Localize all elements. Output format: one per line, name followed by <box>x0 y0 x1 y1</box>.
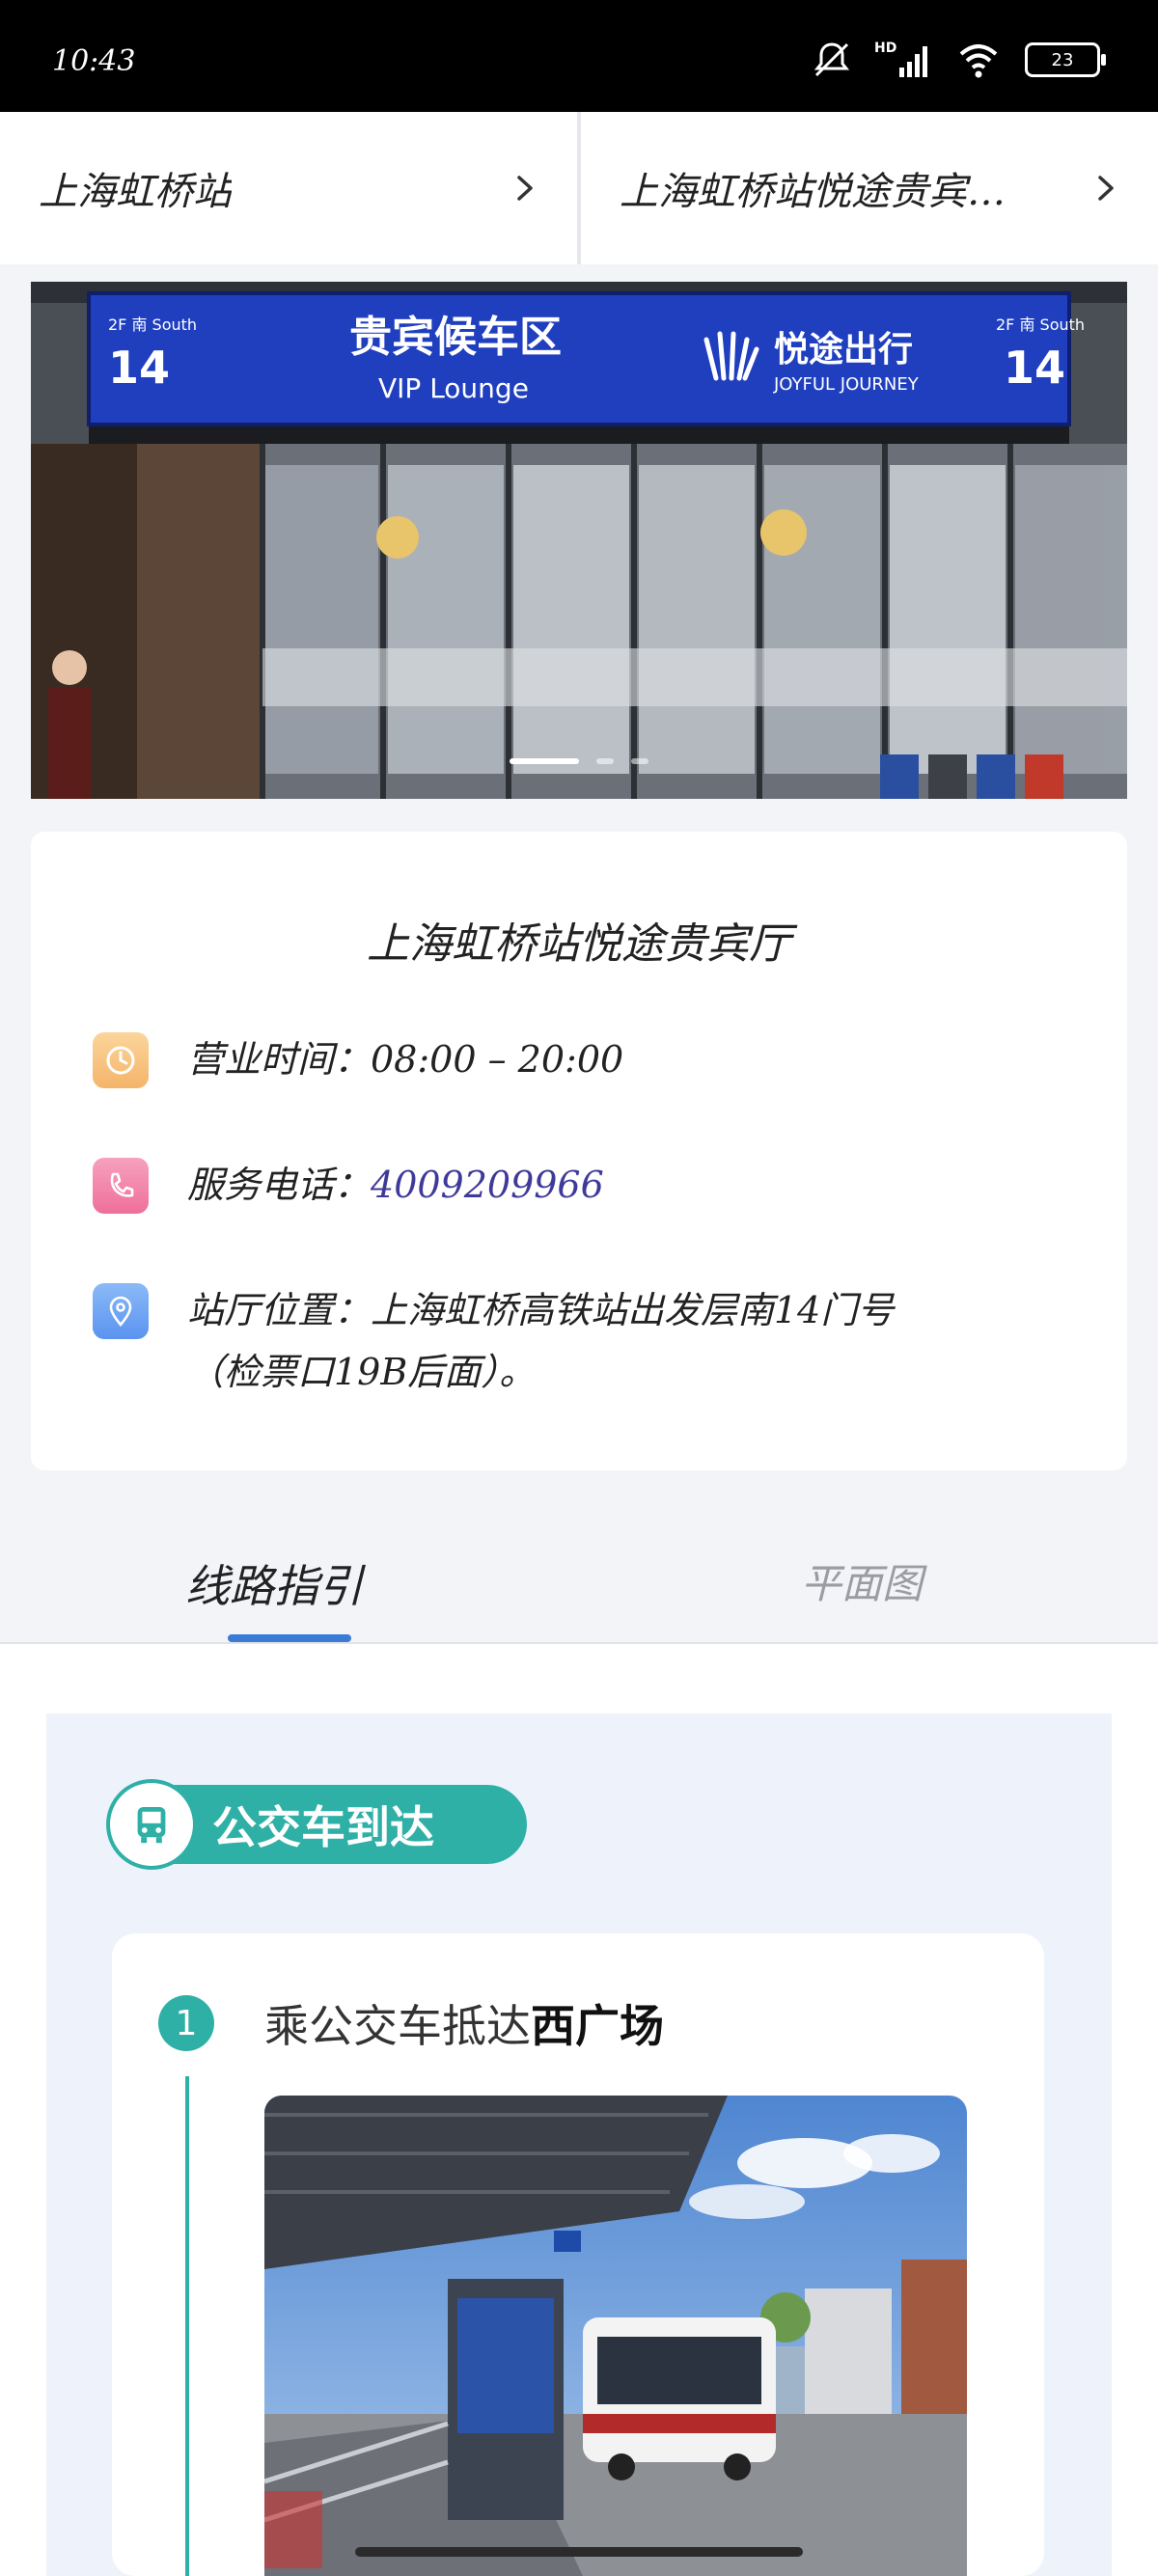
sign-brand-en: JOYFUL JOURNEY <box>773 374 920 395</box>
step-connector-line <box>185 2076 189 2576</box>
lounge-photo: 2F 南 South 14 贵宾候车区 VIP Lounge 悦途出行 JOYF… <box>31 282 1127 799</box>
carousel-dot-2[interactable] <box>596 758 614 764</box>
sign-title-cn: 贵宾候车区 <box>349 313 562 362</box>
phone-row: 服务电话：4009209966 <box>93 1158 1036 1216</box>
home-indicator[interactable] <box>355 2547 803 2557</box>
status-icons: HD 23 <box>811 39 1106 81</box>
service-phone: 服务电话：4009209966 <box>187 1154 1036 1216</box>
step-number: 1 <box>158 1995 214 2051</box>
carousel-dot-1[interactable] <box>510 758 579 764</box>
lounge-photo-carousel[interactable]: 2F 南 South 14 贵宾候车区 VIP Lounge 悦途出行 JOYF… <box>31 282 1127 799</box>
bus-stop-photo[interactable] <box>264 2096 967 2576</box>
status-bar: 10:43 HD 23 <box>0 0 1158 112</box>
tab-lounge[interactable]: 上海虹桥站悦途贵宾… <box>577 112 1158 264</box>
lounge-location: 站厅位置：上海虹桥高铁站出发层南14门号 （检票口19B后面）。 <box>187 1279 1036 1403</box>
step-text-destination: 西广场 <box>531 2000 664 2052</box>
hours-row: 营业时间：08:00 – 20:00 <box>93 1032 1036 1090</box>
phone-icon <box>93 1158 149 1214</box>
clock-icon <box>93 1032 149 1088</box>
sign-title-en: VIP Lounge <box>378 372 529 404</box>
hd-signal-icon: HD <box>874 41 927 77</box>
wifi-icon <box>959 44 998 78</box>
chevron-right-icon <box>1098 176 1114 201</box>
section-tabs: 线路指引 平面图 <box>0 1501 1158 1644</box>
tab-station-label: 上海虹桥站 <box>39 170 232 214</box>
mute-icon <box>813 42 850 77</box>
sign-brand-cn: 悦途出行 <box>774 329 913 370</box>
station-tabs: 上海虹桥站 上海虹桥站悦途贵宾… <box>0 112 1158 264</box>
battery-level: 23 <box>1051 49 1074 70</box>
location-line-2: （检票口19B后面）。 <box>187 1351 537 1393</box>
lounge-info-card: 上海虹桥站悦途贵宾厅 营业时间：08:00 – 20:00 服务电话：40092… <box>31 832 1127 1470</box>
location-line-1: 站厅位置：上海虹桥高铁站出发层南14门号 <box>187 1289 895 1331</box>
service-phone-label: 服务电话： <box>187 1164 372 1206</box>
carousel-dot-3[interactable] <box>631 758 648 764</box>
active-tab-indicator <box>228 1634 351 1642</box>
bus-arrival-label: 公交车到达 <box>212 1801 434 1853</box>
sign-number-left: 14 <box>108 342 170 394</box>
step-text-prefix: 乘公交车抵达 <box>264 2000 531 2052</box>
location-pin-icon <box>93 1283 149 1339</box>
svg-text:HD: HD <box>874 41 896 56</box>
business-hours: 营业时间：08:00 – 20:00 <box>187 1038 624 1081</box>
chevron-right-icon <box>517 176 533 201</box>
tab-route-guide[interactable]: 线路指引 <box>185 1551 363 1615</box>
bus-icon <box>110 1783 193 1866</box>
phone-link[interactable]: 4009209966 <box>371 1164 604 1206</box>
bus-arrival-header: 公交车到达 <box>110 1783 527 1866</box>
sign-floor-left: 2F 南 South <box>108 315 197 334</box>
sign-number-right: 14 <box>1004 342 1065 394</box>
sign-floor-right: 2F 南 South <box>996 315 1085 334</box>
bus-stop-image <box>264 2096 967 2576</box>
tab-lounge-label: 上海虹桥站悦途贵宾… <box>620 170 1006 214</box>
tab-station[interactable]: 上海虹桥站 <box>0 112 577 264</box>
location-row: 站厅位置：上海虹桥高铁站出发层南14门号 （检票口19B后面）。 <box>93 1283 1036 1403</box>
status-time: 10:43 <box>52 44 136 78</box>
tab-floor-plan[interactable]: 平面图 <box>801 1551 923 1610</box>
step-text: 乘公交车抵达西广场 <box>264 1991 664 2055</box>
battery-icon: 23 <box>1025 42 1106 77</box>
carousel-indicator <box>31 758 1127 764</box>
lounge-title: 上海虹桥站悦途贵宾厅 <box>367 919 791 969</box>
